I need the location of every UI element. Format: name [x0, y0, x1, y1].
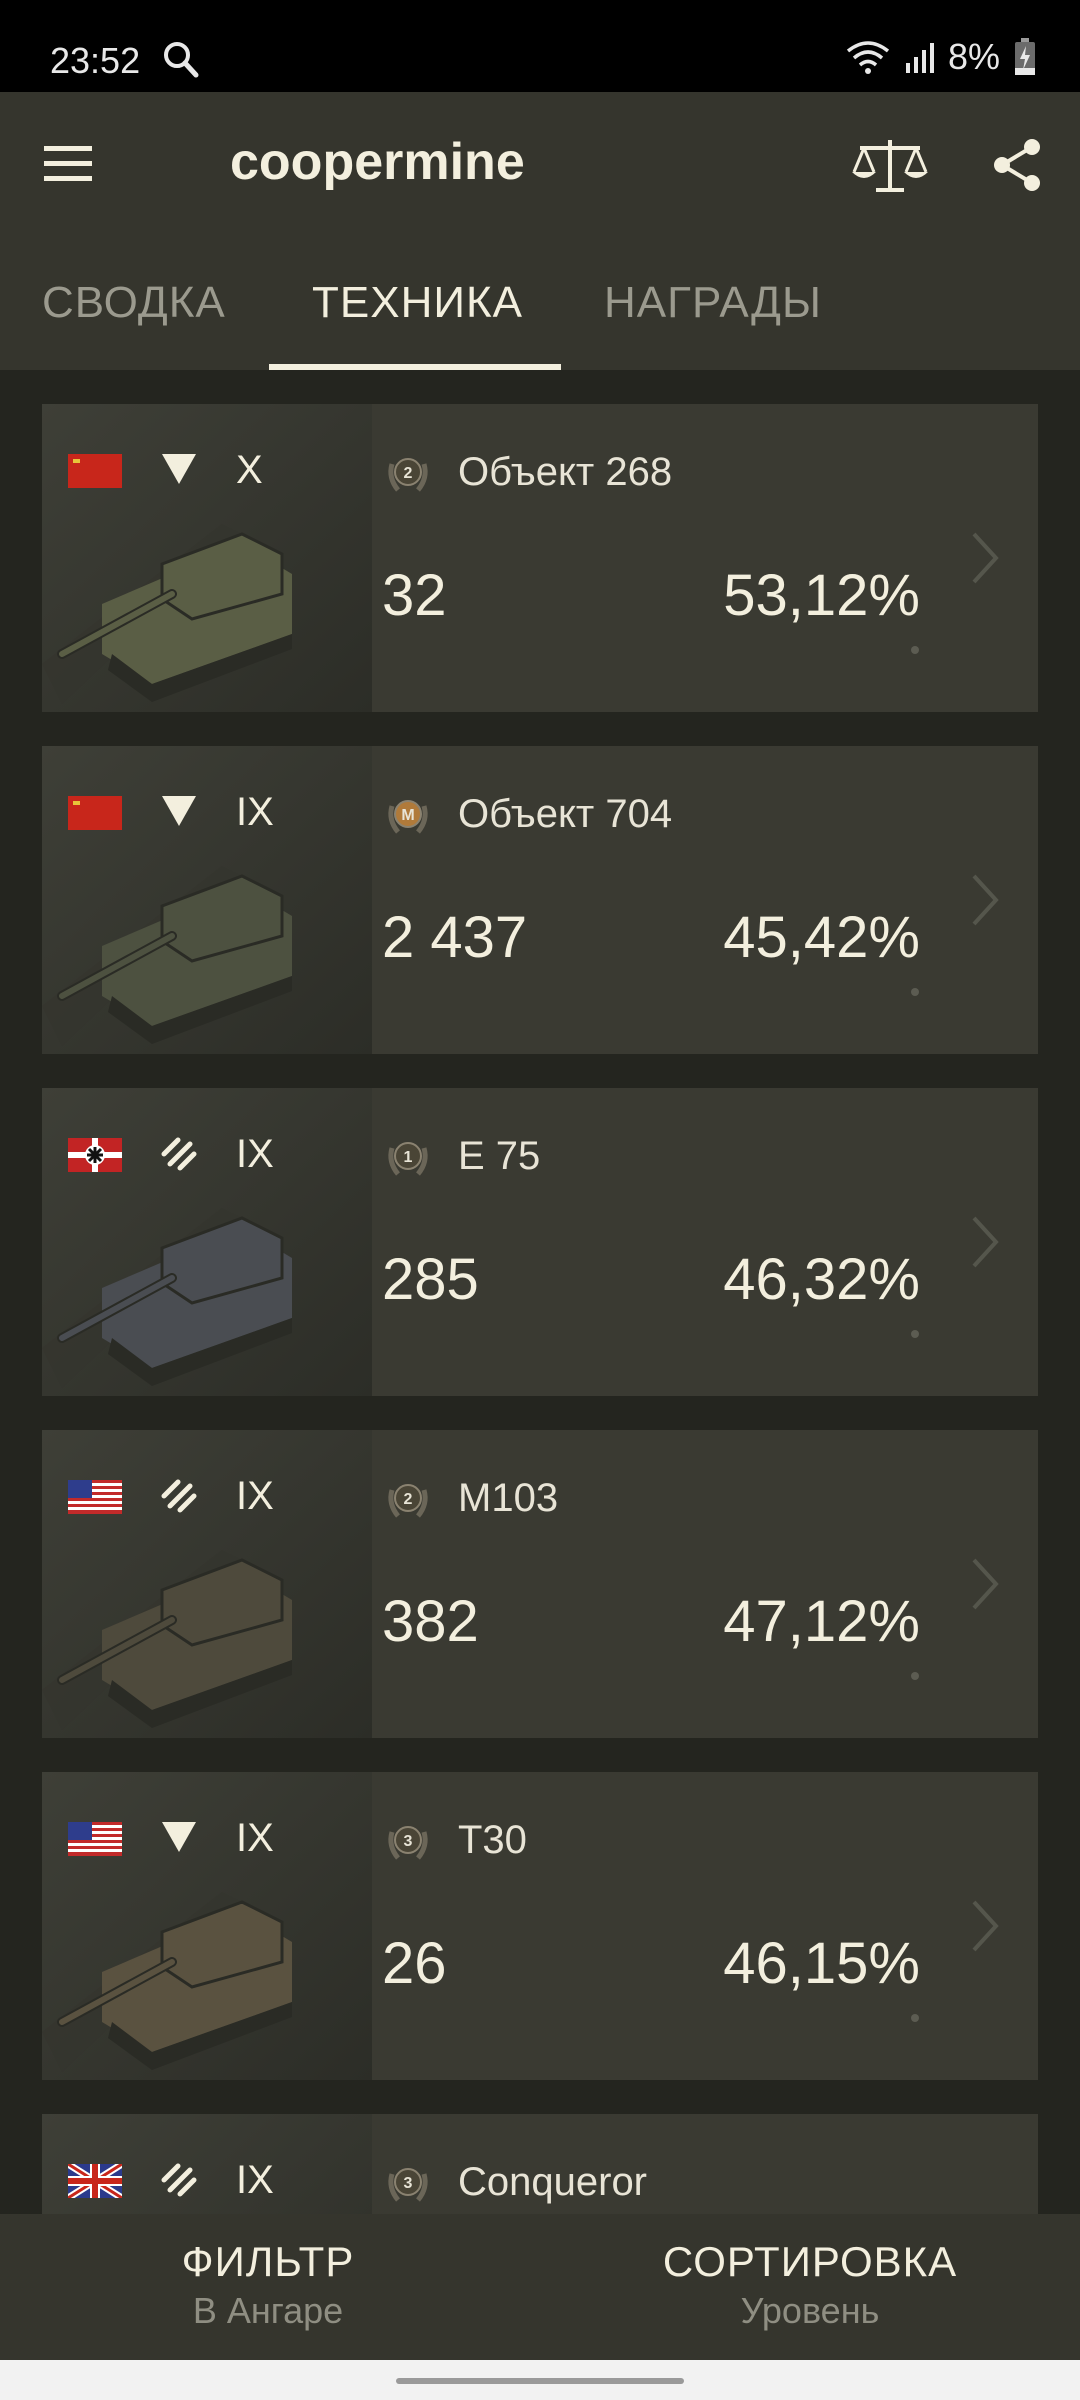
battery-percent: 8% [947, 36, 1000, 77]
tank-destroyer-icon [162, 454, 196, 484]
separator-dot [911, 646, 919, 654]
app-bar: coopermine [0, 92, 1080, 242]
separator-dot [911, 1330, 919, 1338]
tier-label: IX [236, 2158, 274, 2202]
sort-button[interactable]: СОРТИРОВКА Уровень [590, 2238, 1030, 2332]
uk-flag-icon [68, 2164, 122, 2198]
tab-bar: СВОДКА ТЕХНИКА НАГРАДЫ [0, 242, 1080, 370]
mastery-badge-icon: 2 [388, 1484, 428, 1518]
active-tab-indicator [269, 364, 561, 370]
tab-summary[interactable]: СВОДКА [42, 278, 226, 328]
heavy-tank-icon [161, 1137, 197, 1171]
wifi-icon [846, 41, 890, 74]
filter-value: В Ангаре [192, 2290, 344, 2331]
tank-image [42, 746, 372, 1054]
tab-vehicles[interactable]: ТЕХНИКА [312, 278, 523, 328]
chevron-right-icon [972, 532, 999, 584]
usa-flag-icon [68, 1480, 122, 1514]
battles-count: 2 437 [382, 905, 528, 970]
win-rate: 53,12% [723, 563, 920, 628]
tank-name: M103 [458, 1476, 559, 1520]
tank-name: Объект 268 [458, 450, 673, 494]
search-icon [164, 42, 199, 78]
vehicle-card[interactable]: IX 3 T30 26 46,15% [42, 1772, 1038, 2080]
status-bar: 23:52 8% [0, 0, 1080, 92]
status-time: 23:52 [50, 40, 141, 81]
battles-count: 32 [382, 563, 447, 628]
chevron-right-icon [972, 874, 999, 926]
vehicle-list[interactable]: X 2 Объект 268 32 53,12% IX M Объект 704… [42, 404, 1038, 2214]
vehicle-card[interactable]: IX 2 M103 382 47,12% [42, 1430, 1038, 1738]
separator-dot [911, 2014, 919, 2022]
share-icon[interactable] [990, 136, 1044, 194]
tank-name: Объект 704 [458, 792, 673, 836]
vehicle-card[interactable]: X 2 Объект 268 32 53,12% [42, 404, 1038, 712]
tier-label: IX [236, 1474, 274, 1518]
mastery-level: 3 [404, 1833, 413, 1850]
battles-count: 285 [382, 1247, 479, 1312]
win-rate: 47,12% [723, 1589, 920, 1654]
chevron-right-icon [972, 1558, 999, 1610]
tier-label: X [236, 448, 263, 492]
battles-count: 26 [382, 1931, 447, 1996]
tank-image [42, 1772, 372, 2080]
tank-name: Conqueror [458, 2160, 648, 2204]
mastery-level: 3 [404, 2175, 413, 2192]
system-nav-bar [0, 2360, 1080, 2400]
ussr-flag-icon [68, 454, 122, 488]
win-rate: 46,15% [723, 1931, 920, 1996]
tier-label: IX [236, 1132, 274, 1176]
mastery-badge-icon: 3 [388, 2168, 428, 2202]
tank-destroyer-icon [162, 1822, 196, 1852]
mastery-level: 2 [404, 465, 413, 482]
heavy-tank-icon [161, 1479, 197, 1513]
mastery-level: 1 [404, 1149, 413, 1166]
status-indicators: 8% [846, 36, 1036, 78]
tank-image [42, 404, 372, 712]
tier-label: IX [236, 790, 274, 834]
mastery-level: M [401, 807, 414, 824]
sort-label: СОРТИРОВКА [662, 2238, 958, 2285]
bottom-bar: ФИЛЬТР В Ангаре СОРТИРОВКА Уровень [0, 2214, 1080, 2360]
mastery-badge-icon: 1 [388, 1142, 428, 1176]
separator-dot [911, 1672, 919, 1680]
filter-label: ФИЛЬТР [181, 2238, 355, 2285]
page-title: coopermine [230, 133, 525, 191]
tank-image [42, 1088, 372, 1396]
sort-value: Уровень [740, 2290, 880, 2331]
filter-button[interactable]: ФИЛЬТР В Ангаре [48, 2238, 488, 2332]
win-rate: 45,42% [723, 905, 920, 970]
heavy-tank-icon [161, 2163, 197, 2197]
compare-scales-icon[interactable] [850, 136, 930, 196]
menu-icon[interactable] [40, 142, 96, 186]
win-rate: 46,32% [723, 1247, 920, 1312]
vehicle-card[interactable]: IX M Объект 704 2 437 45,42% [42, 746, 1038, 1054]
tank-name: E 75 [458, 1134, 541, 1178]
separator-dot [911, 988, 919, 996]
vehicle-card[interactable]: IX 3 Conqueror [42, 2114, 1038, 2214]
tank-image [42, 1430, 372, 1738]
chevron-right-icon [972, 1216, 999, 1268]
tier-label: IX [236, 1816, 274, 1860]
chevron-right-icon [972, 1900, 999, 1952]
mastery-badge-icon: M [388, 800, 428, 834]
battery-charging-icon [1015, 38, 1035, 75]
vehicle-card[interactable]: IX 1 E 75 285 46,32% [42, 1088, 1038, 1396]
germany-flag-icon [68, 1138, 122, 1172]
battles-count: 382 [382, 1589, 479, 1654]
mastery-badge-icon: 2 [388, 458, 428, 492]
tab-awards[interactable]: НАГРАДЫ [604, 278, 822, 328]
mastery-badge-icon: 3 [388, 1826, 428, 1860]
mastery-level: 2 [404, 1491, 413, 1508]
usa-flag-icon [68, 1822, 122, 1856]
tank-name: T30 [458, 1818, 527, 1862]
signal-icon [905, 43, 934, 73]
tank-destroyer-icon [162, 796, 196, 826]
home-handle[interactable] [396, 2378, 684, 2384]
ussr-flag-icon [68, 796, 122, 830]
